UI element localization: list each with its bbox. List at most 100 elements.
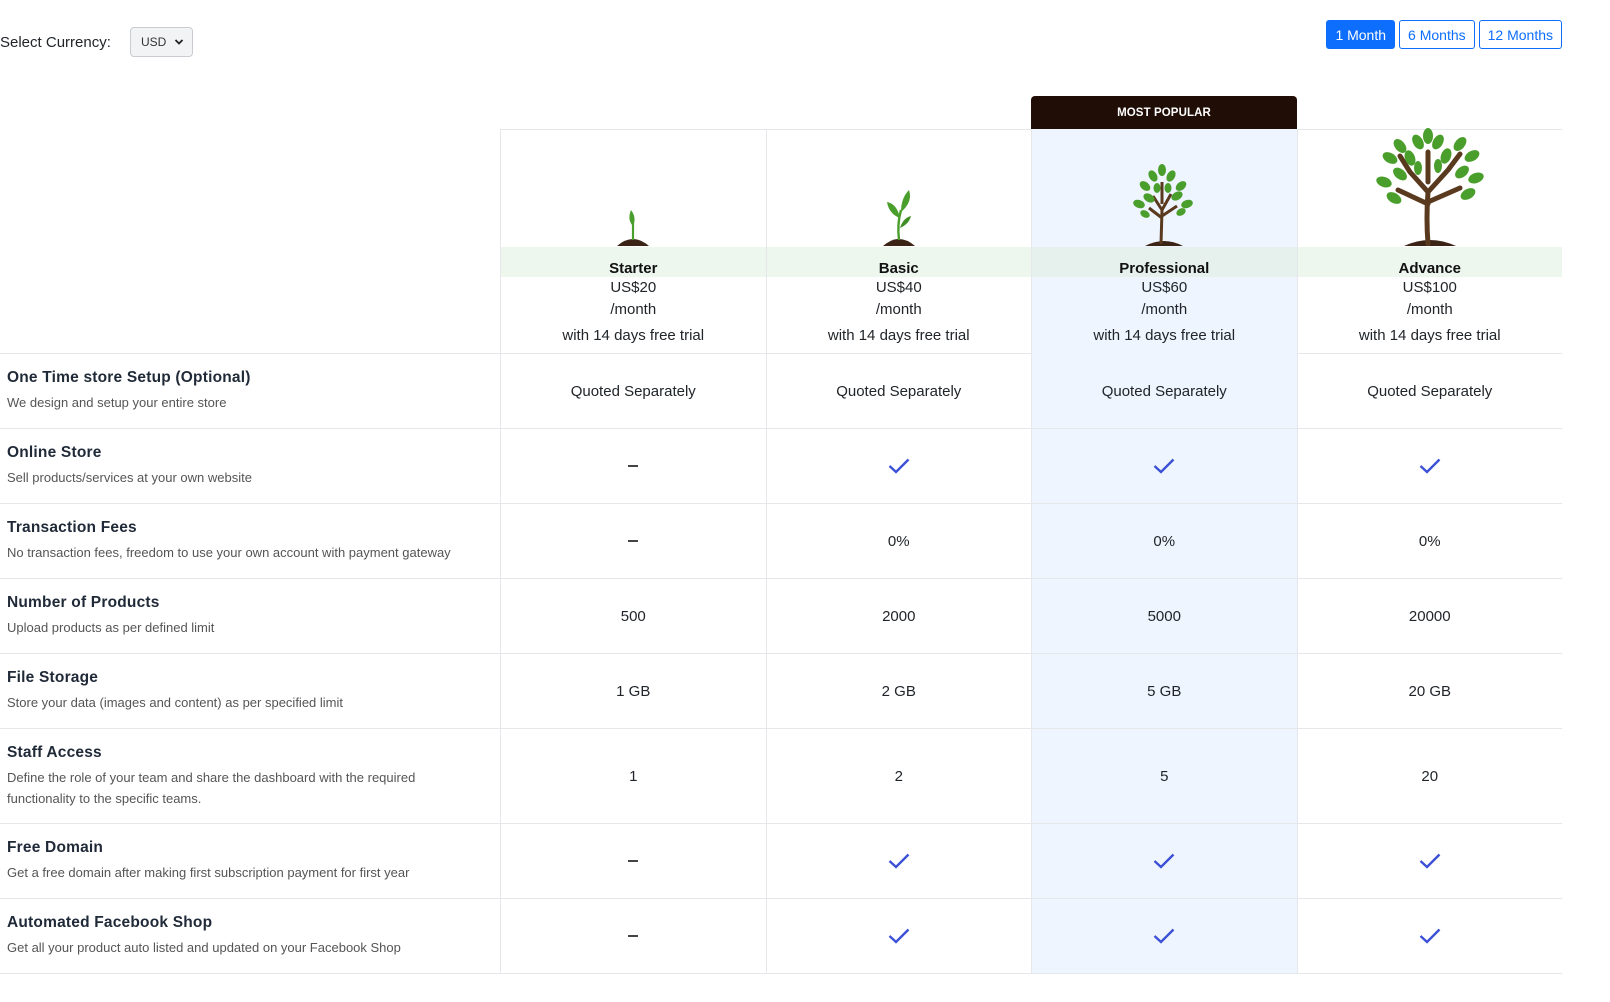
feature-cell: Quoted Separately — [765, 354, 1032, 428]
feature-value: 1 GB — [616, 682, 651, 700]
plan-period: /month — [610, 301, 657, 318]
feature-value: 0% — [887, 532, 910, 550]
period-1-month-button[interactable]: 1 Month — [1326, 20, 1396, 49]
most-popular-badge: MOST POPULAR — [1031, 96, 1297, 129]
feature-cell — [500, 504, 766, 578]
feature-value: Quoted Separately — [836, 382, 962, 400]
check-icon — [1153, 458, 1175, 474]
feature-cell — [1296, 429, 1563, 503]
currency-selected-value: USD — [141, 35, 167, 49]
plan-period: /month — [1406, 301, 1453, 318]
plan-trial: with 14 days free trial — [562, 327, 705, 344]
feature-title: Free Domain — [7, 839, 104, 856]
sprout-icon — [617, 210, 650, 246]
chevron-down-icon — [174, 39, 184, 45]
feature-cell — [1031, 899, 1297, 973]
feature-description: Get all your product auto listed and upd… — [7, 940, 401, 955]
plan-trial: with 14 days free trial — [827, 327, 970, 344]
feature-title: Staff Access — [7, 743, 102, 761]
billing-period-toggle: 1 Month 6 Months 12 Months — [1326, 20, 1562, 49]
currency-label: Select Currency: — [0, 33, 111, 51]
feature-cell: 1 — [500, 729, 766, 823]
check-icon — [888, 928, 910, 944]
check-icon — [1419, 928, 1441, 944]
feature-row: Staff Access Define the role of your team… — [0, 729, 1562, 824]
feature-info: File Storage Store your data (images and … — [0, 654, 500, 728]
feature-value: 20 — [1421, 767, 1439, 785]
plan-name: Basic — [878, 259, 919, 277]
feature-description: Get a free domain after making first sub… — [7, 865, 410, 880]
feature-cell: 500 — [500, 579, 766, 653]
plan-period: /month — [875, 301, 922, 318]
feature-cell: 2 GB — [765, 654, 1032, 728]
check-icon — [888, 853, 910, 869]
feature-value: 20000 — [1408, 607, 1451, 625]
feature-cell — [500, 824, 766, 898]
dash-icon — [628, 540, 639, 542]
seedling-icon — [882, 190, 915, 246]
feature-info: Staff Access Define the role of your team… — [0, 729, 500, 823]
feature-cell — [765, 429, 1032, 503]
currency-selector: Select Currency: — [0, 27, 111, 57]
feature-cell: 5 GB — [1031, 654, 1297, 728]
check-icon — [888, 458, 910, 474]
feature-value: Quoted Separately — [1101, 382, 1227, 400]
currency-dropdown[interactable]: USD — [130, 27, 193, 57]
feature-description: Upload products as per defined limit — [7, 620, 215, 635]
feature-row: Automated Facebook Shop Get all your prod… — [0, 899, 1562, 974]
feature-description: Define the role of your team and share t… — [7, 769, 416, 806]
plan-name: Advance — [1398, 259, 1462, 277]
feature-info: Transaction Fees No transaction fees, fre… — [0, 504, 500, 578]
feature-cell: Quoted Separately — [1296, 354, 1563, 428]
feature-value: 500 — [620, 607, 646, 625]
feature-value: 2000 — [882, 607, 916, 625]
period-6-months-button[interactable]: 6 Months — [1399, 20, 1475, 49]
feature-cell — [765, 824, 1032, 898]
feature-row: Online Store Sell products/services at yo… — [0, 429, 1562, 504]
plan-advance: Advance US$100 /month with 14 days free … — [1296, 128, 1562, 354]
plan-starter: Starter US$20 /month with 14 days free t… — [500, 129, 766, 354]
feature-title: One Time store Setup (Optional) — [7, 369, 251, 386]
feature-title: Transaction Fees — [7, 519, 137, 536]
feature-value: 0% — [1153, 532, 1176, 550]
feature-description: Sell products/services at your own websi… — [7, 470, 252, 485]
feature-cell: 0% — [765, 504, 1032, 578]
check-icon — [1419, 458, 1441, 474]
plan-period: /month — [1141, 301, 1188, 318]
feature-cell — [765, 899, 1032, 973]
feature-cell — [1031, 429, 1297, 503]
feature-value: 5 GB — [1147, 682, 1182, 700]
check-icon — [1419, 853, 1441, 869]
feature-cell: 1 GB — [500, 654, 766, 728]
feature-cell: 0% — [1296, 504, 1563, 578]
feature-cell: Quoted Separately — [1031, 354, 1297, 428]
feature-cell: 20000 — [1296, 579, 1563, 653]
feature-title: File Storage — [7, 669, 99, 686]
small-tree-icon — [1133, 164, 1194, 246]
pricing-table: Starter US$20 /month with 14 days free t… — [0, 128, 1563, 974]
feature-cell: 5 — [1031, 729, 1297, 823]
plan-price: US$40 — [875, 279, 922, 296]
check-icon — [1153, 853, 1175, 869]
feature-value: 0% — [1418, 532, 1441, 550]
feature-cell — [1031, 824, 1297, 898]
feature-info: Number of Products Upload products as per… — [0, 579, 500, 653]
feature-cell: 5000 — [1031, 579, 1297, 653]
plan-name: Starter — [609, 259, 658, 277]
feature-cell: 2 — [765, 729, 1032, 823]
feature-cell: Quoted Separately — [500, 354, 766, 428]
large-tree-icon — [1376, 128, 1484, 246]
feature-row: File Storage Store your data (images and … — [0, 654, 1562, 729]
plan-professional: Professional US$60 /month with 14 days f… — [1031, 129, 1297, 354]
feature-value: Quoted Separately — [1367, 382, 1493, 400]
feature-value: 20 GB — [1408, 682, 1452, 700]
feature-value: Quoted Separately — [570, 382, 696, 400]
check-icon — [1153, 928, 1175, 944]
feature-info: Automated Facebook Shop Get all your prod… — [0, 899, 500, 973]
feature-cell — [1296, 899, 1563, 973]
plan-trial: with 14 days free trial — [1093, 327, 1236, 344]
feature-description: We design and setup your entire store — [7, 395, 227, 410]
feature-info: Online Store Sell products/services at yo… — [0, 429, 500, 503]
period-12-months-button[interactable]: 12 Months — [1478, 20, 1562, 49]
feature-cell: 0% — [1031, 504, 1297, 578]
